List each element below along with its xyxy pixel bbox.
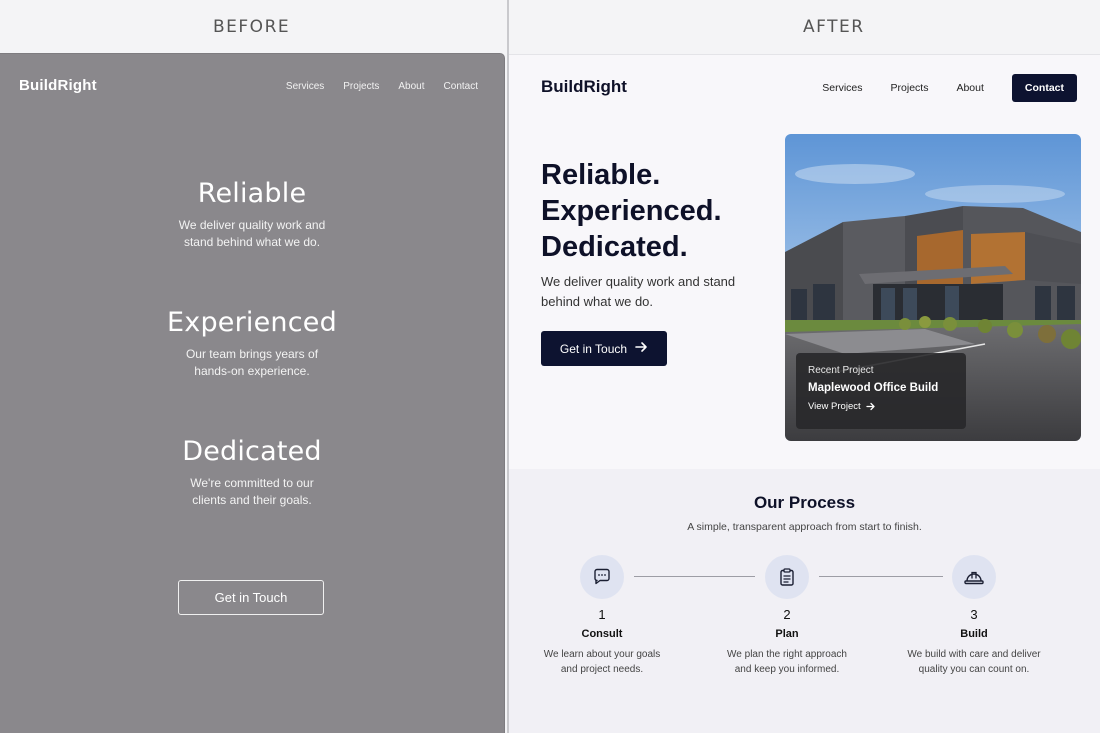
- hero-headline: Reliable. Experienced. Dedicated.: [541, 157, 722, 265]
- before-block-line: We're committed to our: [190, 476, 314, 490]
- process-step-build: 3 Build We build with care and deliver q…: [894, 555, 1054, 677]
- before-block-experienced: Experienced Our team brings years of han…: [0, 307, 504, 380]
- step-description: We plan the right approach and keep you …: [707, 648, 867, 677]
- process-step-consult: 1 Consult We learn about your goals and …: [522, 555, 682, 677]
- before-get-in-touch-button[interactable]: Get in Touch: [178, 580, 324, 615]
- step-number: 3: [970, 607, 978, 622]
- recent-project-eyebrow: Recent Project: [808, 365, 874, 376]
- project-photo[interactable]: Recent Project Maplewood Office Build Vi…: [785, 134, 1081, 441]
- before-label: BEFORE: [213, 17, 291, 37]
- headline-line: Reliable.: [541, 159, 661, 191]
- step-desc-line: We plan the right approach: [727, 649, 847, 660]
- contact-button[interactable]: Contact: [1011, 74, 1077, 102]
- before-block-title: Dedicated: [182, 436, 322, 467]
- step-desc-line: We build with care and deliver: [907, 649, 1041, 660]
- before-block-reliable: Reliable We deliver quality work and sta…: [0, 178, 504, 251]
- before-block-title: Reliable: [197, 178, 307, 209]
- step-number: 1: [598, 607, 606, 622]
- after-nav-projects[interactable]: Projects: [891, 82, 929, 94]
- before-block-line: We deliver quality work and: [178, 218, 326, 232]
- before-block-text: Our team brings years of hands-on experi…: [0, 346, 504, 380]
- step-desc-line: quality you can count on.: [918, 663, 1030, 675]
- hero-subtext: We deliver quality work and stand behind…: [541, 274, 736, 309]
- chat-bubble-icon: [580, 555, 624, 599]
- step-desc-line: We learn about your goals: [543, 649, 661, 660]
- headline-line: Experienced.: [541, 195, 722, 227]
- process-step-plan: 2 Plan We plan the right approach and ke…: [707, 555, 867, 677]
- before-block-line: stand behind what we do.: [183, 235, 321, 249]
- after-nav: Services Projects About Contact: [822, 74, 1077, 102]
- step-name: Build: [960, 628, 988, 640]
- step-name: Plan: [775, 628, 799, 640]
- before-logo[interactable]: BuildRight: [19, 77, 97, 94]
- before-nav-contact[interactable]: Contact: [444, 81, 478, 92]
- after-logo[interactable]: BuildRight: [541, 77, 627, 97]
- process-title: Our Process: [753, 493, 856, 512]
- before-block-line: Our team brings years of: [185, 347, 319, 361]
- arrow-right-icon: [635, 341, 648, 356]
- headline-line: Dedicated.: [541, 231, 688, 263]
- after-label: AFTER: [803, 17, 865, 37]
- project-name: Maplewood Office Build: [808, 382, 939, 394]
- before-block-line: hands-on experience.: [194, 364, 310, 378]
- hard-hat-icon: [952, 555, 996, 599]
- before-block-title: Experienced: [167, 307, 337, 338]
- view-project-link[interactable]: View Project: [808, 401, 966, 412]
- before-block-dedicated: Dedicated We're committed to our clients…: [0, 436, 504, 509]
- clipboard-icon: [765, 555, 809, 599]
- before-block-text: We deliver quality work and stand behind…: [0, 217, 504, 251]
- before-nav-projects[interactable]: Projects: [343, 81, 379, 92]
- after-panel: BuildRight Services Projects About Conta…: [509, 54, 1100, 733]
- process-subtitle: A simple, transparent approach from star…: [687, 521, 922, 533]
- step-desc-line: and project needs.: [560, 663, 644, 675]
- step-description: We learn about your goals and project ne…: [522, 648, 682, 677]
- get-in-touch-button[interactable]: Get in Touch: [541, 331, 667, 366]
- step-name: Consult: [581, 628, 623, 640]
- before-nav-services[interactable]: Services: [286, 81, 324, 92]
- before-nav-about[interactable]: About: [398, 81, 424, 92]
- arrow-right-icon: [865, 402, 876, 411]
- before-block-text: We're committed to our clients and their…: [0, 475, 504, 509]
- after-nav-services[interactable]: Services: [822, 82, 862, 94]
- after-nav-about[interactable]: About: [956, 82, 983, 94]
- process-section: Our Process A simple, transparent approa…: [509, 469, 1100, 733]
- before-block-line: clients and their goals.: [192, 493, 312, 507]
- before-panel: BuildRight Services Projects About Conta…: [0, 54, 504, 733]
- step-number: 2: [783, 607, 791, 622]
- step-desc-line: and keep you informed.: [734, 663, 840, 675]
- get-in-touch-label: Get in Touch: [559, 341, 628, 356]
- before-nav: Services Projects About Contact: [286, 81, 478, 92]
- recent-project-card[interactable]: Recent Project Maplewood Office Build Vi…: [796, 353, 966, 429]
- step-description: We build with care and deliver quality y…: [894, 648, 1054, 677]
- view-project-label: View Project: [808, 401, 861, 412]
